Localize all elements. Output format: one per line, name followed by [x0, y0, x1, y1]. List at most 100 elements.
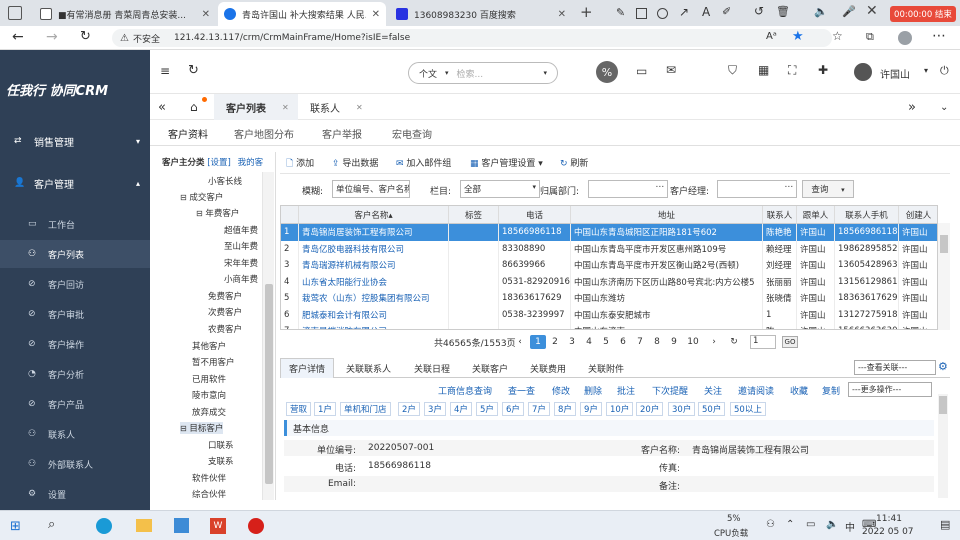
go-button[interactable]: GO — [782, 336, 798, 348]
text-icon[interactable]: A — [702, 5, 710, 19]
col-header-address[interactable]: 地址 — [571, 206, 763, 224]
tab-related-fees[interactable]: 关联费用 — [522, 358, 574, 378]
tree-node[interactable]: 支联系 — [208, 455, 234, 467]
tree-node[interactable]: 农费客户 — [208, 323, 242, 335]
browser-menu-icon[interactable] — [8, 6, 22, 20]
speaker-icon[interactable]: 🔈 — [814, 5, 828, 18]
star-icon[interactable]: ★ — [792, 29, 804, 44]
page-8[interactable]: 8 — [649, 335, 665, 349]
ime-indicator[interactable]: 中 — [845, 519, 855, 534]
square-icon[interactable] — [636, 8, 647, 19]
back-icon[interactable]: ← — [12, 29, 24, 45]
settings-button[interactable]: ▦ 客户管理设置 ▾ — [470, 156, 543, 169]
table-row[interactable]: 3 青岛瑞源祥机械有限公司 86639966 中国山东青岛平度市开发区衡山路2号(西顿… — [281, 257, 937, 274]
tree-mine-link[interactable]: 我的客 — [238, 158, 264, 168]
chevron-down-icon[interactable]: ⌄ — [940, 94, 948, 120]
mail-group-button[interactable]: ✉ 加入邮件组 — [396, 156, 451, 169]
search-icon[interactable]: ⌕ — [48, 517, 55, 532]
record-stop-button[interactable]: 00:00:00 结束 — [890, 6, 956, 22]
collapse-icon[interactable]: ⊟ — [180, 193, 187, 202]
tab-detail[interactable]: 客户详情 — [280, 358, 335, 378]
table-row[interactable]: 6 肥城泰和会计有限公司 0538-3239997 中国山东泰安肥城市 1 许国山 1312… — [281, 306, 937, 323]
cell-name[interactable]: 肥城泰和会计有限公司 — [299, 306, 449, 323]
browser-tab-2[interactable]: 青岛许国山 补大搜索结果 人民... ✕ — [218, 2, 386, 26]
refresh-icon[interactable]: ↻ — [188, 63, 199, 78]
page-input[interactable]: 1 — [750, 335, 776, 349]
table-row[interactable]: 4 山东省太阳能行业协会 0531-82920916 中国山东济南历下区历山路80号宾… — [281, 273, 937, 290]
view-related-select[interactable]: ---查看关联--- — [854, 360, 936, 375]
collapse-icon[interactable]: ⊟ — [196, 209, 203, 218]
close-icon[interactable]: ✕ — [202, 9, 210, 20]
tree-node[interactable]: 免费客户 — [208, 290, 242, 302]
tab-customer-report[interactable]: 客户举报 — [322, 126, 362, 141]
size-filter-button[interactable]: 单机和门店 — [340, 402, 391, 416]
size-filter-button[interactable]: 50以上 — [730, 402, 766, 416]
table-row[interactable]: 5 栽莺农（山东）控股集团有限公司 18363617629 中国山东潍坊 张晓倩 许国山 1… — [281, 290, 937, 307]
sidebar-section-customers[interactable]: 👤 客户管理 ▴ — [0, 168, 150, 198]
tree-node[interactable]: 放弃成交 — [192, 406, 226, 418]
export-button[interactable]: ⇪ 导出数据 — [332, 156, 378, 169]
more-icon[interactable]: ⋯ — [932, 28, 946, 44]
explorer-taskbar-icon[interactable] — [136, 519, 152, 532]
size-filter-button[interactable]: 5户 — [476, 402, 498, 416]
tab-customer-map[interactable]: 客户地图分布 — [234, 126, 294, 141]
volume-icon[interactable]: 🔈 — [826, 519, 838, 530]
tree-node[interactable]: 综合伙伴 — [192, 488, 226, 500]
col-header-name[interactable]: 客户名称▴ — [299, 206, 449, 224]
sidebar-item-operate[interactable]: ⊘ 客户操作 — [0, 330, 150, 358]
browser-tab-3[interactable]: 13608983230 百度搜索 ✕ — [390, 2, 572, 26]
new-tab-button[interactable]: + — [580, 3, 593, 21]
search-input[interactable]: 检索... — [457, 67, 544, 80]
close-record-icon[interactable]: ✕ — [866, 3, 878, 19]
close-icon[interactable]: ✕ — [282, 103, 289, 112]
ellipsis-icon[interactable]: ⋯ — [785, 182, 794, 192]
shield-icon[interactable]: ⛉ — [728, 63, 737, 78]
ellipsis-icon[interactable]: ⋯ — [656, 182, 665, 192]
app-taskbar-icon[interactable] — [174, 518, 189, 533]
clock-time[interactable]: 11:41 — [876, 514, 902, 524]
tab-related-contacts[interactable]: 关联联系人 — [338, 358, 399, 378]
windows-start-icon[interactable]: ⊞ — [10, 519, 21, 534]
add-button[interactable]: 🗋 添加 — [286, 156, 314, 172]
tab-contacts[interactable]: 联系人 ✕ — [310, 94, 363, 120]
china-app-taskbar-icon[interactable] — [248, 518, 264, 534]
bookmark-link[interactable]: 收藏 — [790, 384, 808, 397]
close-icon[interactable]: ✕ — [372, 9, 380, 20]
network-icon[interactable]: ▭ — [806, 519, 815, 530]
size-filter-button[interactable]: 6户 — [502, 402, 524, 416]
pen-icon[interactable]: ✎ — [616, 6, 625, 19]
refresh-button[interactable]: ↻ 刷新 — [560, 156, 588, 169]
highlighter-icon[interactable]: ✐ — [722, 5, 731, 18]
collapse-icon[interactable]: ⊟ — [180, 424, 187, 433]
detail-scrollbar[interactable] — [938, 394, 948, 498]
chevron-up-icon[interactable]: ⌃ — [786, 519, 794, 530]
invite-link[interactable]: 邀请阅读 — [738, 384, 774, 397]
cell-name[interactable]: 栽莺农（山东）控股集团有限公司 — [299, 290, 449, 307]
table-row[interactable]: 7济南星端消防有限公司中国山东济南陈许国山15666363630许国山 — [281, 323, 937, 329]
sidebar-item-revisit[interactable]: ⊘ 客户回访 — [0, 270, 150, 298]
sidebar-section-sales[interactable]: ⇄ 销售管理 ▾ — [0, 126, 150, 156]
tab-customer-list[interactable]: 客户列表 ✕ — [214, 94, 298, 120]
size-filter-button[interactable]: 10户 — [606, 402, 634, 416]
tree-node[interactable]: ⊟ 成交客户 — [180, 191, 223, 203]
more-ops-select[interactable]: ---更多操作--- — [848, 382, 932, 397]
scrollbar-thumb[interactable] — [940, 235, 948, 253]
tree-node[interactable]: 小客长线 — [208, 175, 242, 187]
tree-node[interactable]: 已用软件 — [192, 373, 226, 385]
tree-node[interactable]: 其他客户 — [192, 340, 226, 352]
sidebar-item-external-contacts[interactable]: ⚇ 外部联系人 — [0, 450, 150, 478]
collections-icon[interactable]: ⧉ — [866, 30, 874, 44]
cell-name[interactable]: 青岛锦尚居装饰工程有限公司 — [299, 224, 449, 241]
col-header-creator[interactable]: 创建人 — [899, 206, 937, 224]
col-header-phone[interactable]: 电话 — [499, 206, 571, 224]
favorites-icon[interactable]: ☆ — [832, 29, 843, 43]
sidebar-item-analysis[interactable]: ◔ 客户分析 — [0, 360, 150, 388]
close-icon[interactable]: ✕ — [558, 9, 566, 20]
col-header-contact[interactable]: 联系人 — [763, 206, 797, 224]
arrow-icon[interactable]: ↗ — [679, 5, 689, 19]
collapse-menu-icon[interactable]: ≡ — [160, 64, 170, 78]
cell-name[interactable]: 青岛亿胶电器科技有限公司 — [299, 240, 449, 257]
mail-icon[interactable]: ✉ — [666, 63, 676, 77]
size-filter-button[interactable]: 20户 — [636, 402, 664, 416]
page-9[interactable]: 9 — [666, 335, 682, 349]
